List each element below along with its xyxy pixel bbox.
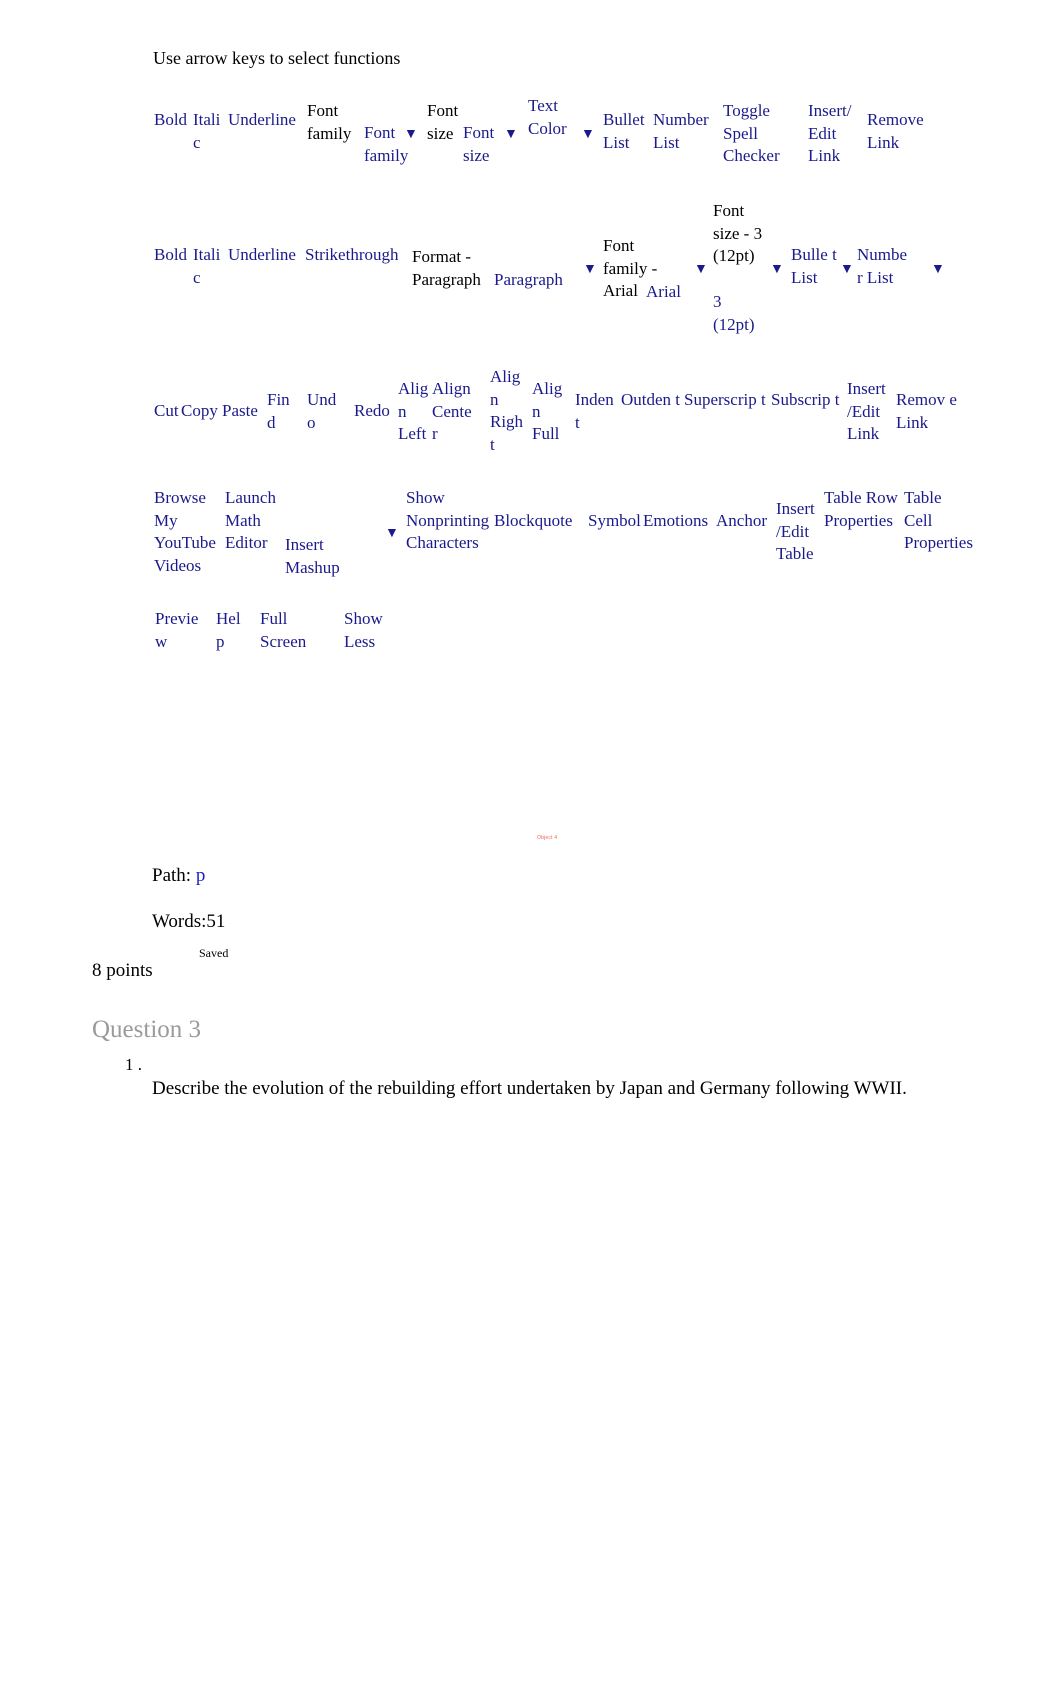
toolbar-button-underline[interactable]: Underline (228, 244, 302, 267)
toolbar-button-hel-p[interactable]: Hel p (216, 608, 246, 653)
toolbar-button-alig-n-left[interactable]: Alig n Left (398, 378, 432, 446)
chevron-down-icon[interactable]: ▼ (504, 128, 518, 142)
toolbar-button-show-less[interactable]: Show Less (344, 608, 390, 653)
toolbar-button-bulle-t-list[interactable]: Bulle t List (791, 244, 839, 289)
toolbar-button-full-screen[interactable]: Full Screen (260, 608, 316, 653)
chevron-down-icon[interactable]: ▼ (694, 263, 708, 277)
toolbar-button-previe-w[interactable]: Previe w (155, 608, 203, 653)
toolbar-button-remov-e-link[interactable]: Remov e Link (896, 389, 958, 434)
toolbar-button-bullet-list[interactable]: Bullet List (603, 109, 653, 154)
toolbar-button-bold[interactable]: Bold (154, 109, 190, 132)
object-placeholder-tag: Object 4 (537, 835, 558, 841)
chevron-down-icon[interactable]: ▼ (581, 128, 595, 142)
toolbar-button-paragraph[interactable]: Paragraph (494, 269, 574, 292)
question-points: 8 points (92, 960, 153, 981)
path-label: Path: (152, 865, 192, 886)
chevron-down-icon[interactable]: ▼ (770, 263, 784, 277)
saved-indicator: Saved (199, 946, 229, 960)
toolbar-button-show-nonprinting-characters[interactable]: Show Nonprinting Characters (406, 487, 492, 555)
toolbar-button-3-12pt[interactable]: 3 (12pt) (713, 291, 759, 336)
toolbar-button-table-cell-properties[interactable]: Table Cell Properties (904, 487, 973, 555)
toolbar-button-align-cente-r[interactable]: Align Cente r (432, 378, 480, 446)
editor-path-bar: Path: p (152, 864, 205, 888)
toolbar-button-launch-math-editor[interactable]: Launch Math Editor (225, 487, 276, 555)
toolbar-button-fin-d[interactable]: Fin d (267, 389, 295, 434)
chevron-down-icon[interactable]: ▼ (931, 263, 945, 277)
toolbar-button-insert-edit-table[interactable]: Insert /Edit Table (776, 498, 820, 566)
toolbar-button-font-family[interactable]: Font family (307, 100, 367, 145)
toolbar-button-toggle-spell-checker[interactable]: Toggle Spell Checker (723, 100, 793, 168)
editor-hint-text: Use arrow keys to select functions (153, 48, 401, 68)
toolbar-button-emotions[interactable]: Emotions (643, 510, 715, 533)
toolbar-button-bold[interactable]: Bold (154, 244, 190, 267)
path-value[interactable]: p (196, 865, 206, 886)
toolbar-button-insert-edit-link[interactable]: Insert/ Edit Link (808, 100, 860, 168)
toolbar-button-superscrip-t[interactable]: Superscrip t (684, 389, 772, 412)
toolbar-button-insert-mashup[interactable]: Insert Mashup (285, 534, 347, 579)
toolbar-button-cut[interactable]: Cut (154, 400, 182, 423)
toolbar-button-font-size[interactable]: Font size (463, 122, 509, 167)
toolbar-button-subscrip-t[interactable]: Subscrip t (771, 389, 841, 412)
toolbar-button-number-list[interactable]: Number List (653, 109, 719, 154)
toolbar-button-redo[interactable]: Redo (354, 400, 396, 423)
toolbar-button-copy[interactable]: Copy (181, 400, 221, 423)
toolbar-button-text-color[interactable]: Text Color (528, 95, 574, 140)
toolbar-button-itali-c[interactable]: Itali c (193, 244, 225, 289)
chevron-down-icon[interactable]: ▼ (404, 128, 418, 142)
toolbar-button-arial[interactable]: Arial (646, 281, 692, 304)
toolbar-button-alig-n-righ-t[interactable]: Alig n Righ t (490, 366, 523, 456)
chevron-down-icon[interactable]: ▼ (840, 263, 854, 277)
question-heading: Question 3 (92, 1016, 202, 1043)
toolbar-button-underline[interactable]: Underline (228, 109, 302, 132)
toolbar-button-font-size-3-12pt[interactable]: Font size - 3 (12pt) (713, 200, 769, 268)
toolbar-button-anchor[interactable]: Anchor (716, 510, 768, 533)
toolbar-button-outden-t[interactable]: Outden t (621, 389, 681, 412)
toolbar-button-itali-c[interactable]: Itali c (193, 109, 225, 154)
word-count: Words:51 (152, 911, 226, 932)
toolbar-button-table-row-properties[interactable]: Table Row Properties (824, 487, 898, 532)
toolbar-button-und-o[interactable]: Und o (307, 389, 341, 434)
toolbar-button-remove-link[interactable]: Remove Link (867, 109, 937, 154)
toolbar-button-paste[interactable]: Paste (222, 400, 264, 423)
toolbar-button-strikethrough[interactable]: Strikethrough (305, 244, 409, 267)
chevron-down-icon[interactable]: ▼ (385, 527, 399, 541)
question-number: 1 . (125, 1055, 142, 1074)
document-page: Use arrow keys to select functions Bold I… (0, 0, 1062, 1691)
toolbar-button-symbol[interactable]: Symbol (588, 510, 642, 533)
toolbar-button-inden-t[interactable]: Inden t (575, 389, 619, 434)
toolbar-button-browse-my-youtube-videos[interactable]: Browse My YouTube Videos (154, 487, 220, 577)
toolbar-button-blockquote[interactable]: Blockquote (494, 510, 582, 533)
question-text: Describe the evolution of the rebuilding… (152, 1078, 907, 1099)
chevron-down-icon[interactable]: ▼ (583, 263, 597, 277)
toolbar-button-numbe-r-list[interactable]: Numbe r List (857, 244, 915, 289)
toolbar-button-format-paragraph[interactable]: Format - Paragraph (412, 246, 496, 291)
toolbar-button-insert-edit-link[interactable]: Insert /Edit Link (847, 378, 891, 446)
toolbar-button-alig-n-full[interactable]: Alig n Full (532, 378, 564, 446)
